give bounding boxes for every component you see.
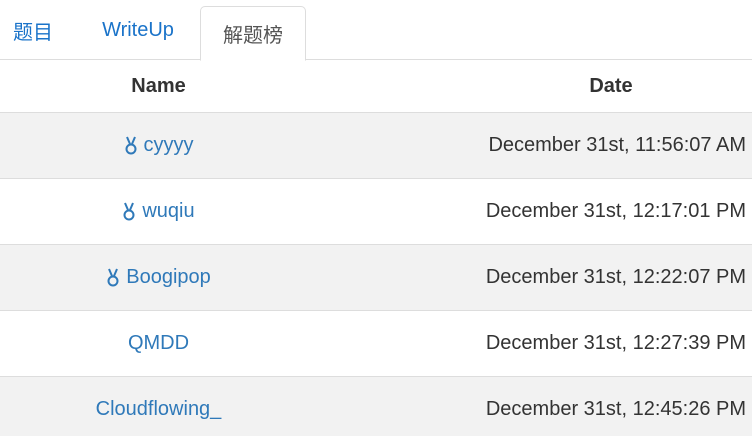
solver-name-cell[interactable]: Cloudflowing_ (0, 377, 317, 436)
solves-table: Name Date cyyyy December 31st, 11:56:07 … (0, 60, 752, 436)
solver-name-cell[interactable]: QMDD (0, 311, 317, 376)
table-header: Name Date (0, 60, 752, 113)
solver-name[interactable]: Boogipop (126, 266, 211, 289)
tab-writeup[interactable]: WriteUp (82, 0, 194, 60)
table-row: cyyyy December 31st, 11:56:07 AM (0, 113, 752, 179)
solver-name[interactable]: cyyyy (144, 134, 194, 157)
tab-bar: 题目 WriteUp 解题榜 (0, 0, 752, 61)
solve-date: December 31st, 11:56:07 AM (488, 134, 746, 156)
solve-date: December 31st, 12:17:01 PM (485, 200, 746, 222)
solve-date: December 31st, 12:22:07 PM (485, 266, 746, 288)
solve-date: December 31st, 12:27:39 PM (485, 332, 746, 354)
header-name: Name (131, 74, 186, 97)
solver-name-cell[interactable]: Boogipop (0, 245, 317, 310)
solver-name[interactable]: Cloudflowing_ (96, 398, 222, 421)
solver-name-cell[interactable]: cyyyy (0, 113, 317, 178)
solve-date: December 31st, 12:45:26 PM (485, 398, 746, 420)
medal-icon (106, 268, 120, 288)
header-date: Date (589, 74, 633, 97)
table-row: Cloudflowing_ December 31st, 12:45:26 PM (0, 377, 752, 436)
table-row: wuqiu December 31st, 12:17:01 PM (0, 179, 752, 245)
medal-icon (124, 136, 138, 156)
solver-name[interactable]: wuqiu (142, 200, 194, 223)
tab-solve-leaderboard[interactable]: 解题榜 (200, 6, 306, 61)
table-row: QMDD December 31st, 12:27:39 PM (0, 311, 752, 377)
table-row: Boogipop December 31st, 12:22:07 PM (0, 245, 752, 311)
tab-challenges[interactable]: 题目 (0, 0, 66, 60)
solver-name-cell[interactable]: wuqiu (0, 179, 317, 244)
medal-icon (122, 202, 136, 222)
solver-name[interactable]: QMDD (128, 332, 189, 355)
